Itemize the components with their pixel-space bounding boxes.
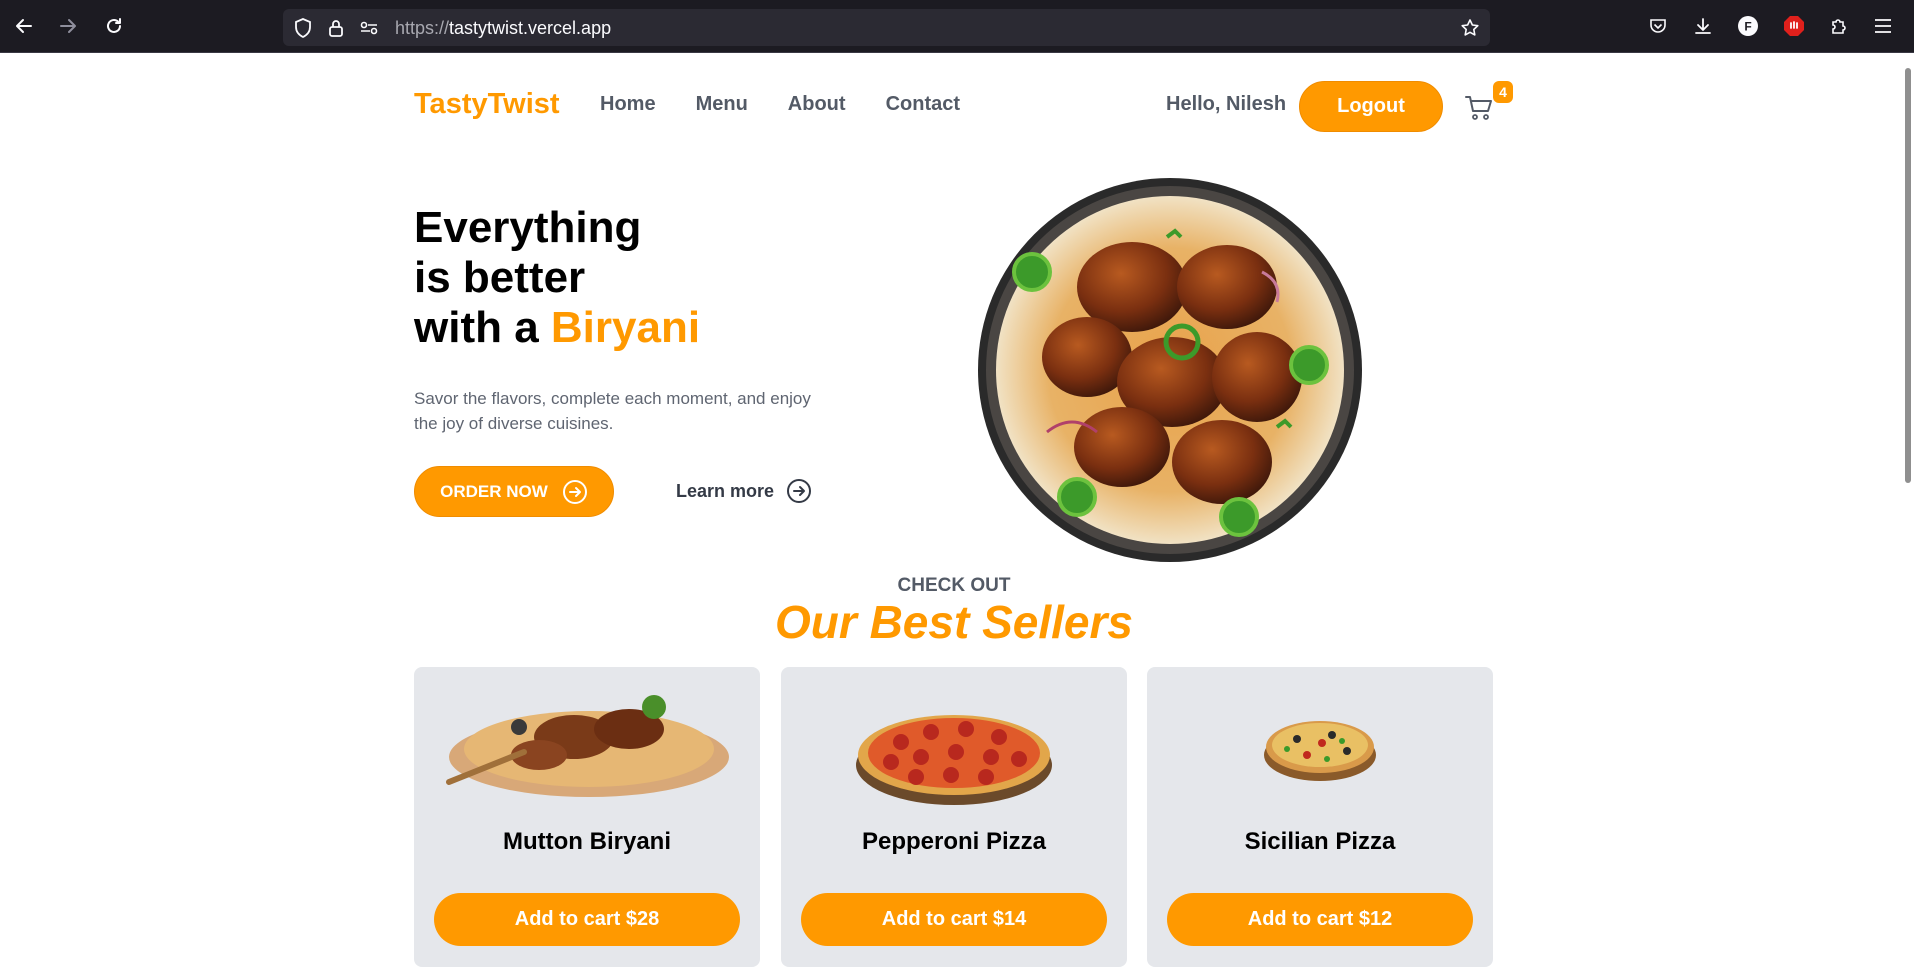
product-card: Sicilian Pizza Add to cart $12 <box>1147 667 1493 967</box>
shield-icon[interactable] <box>293 18 313 38</box>
product-card: Mutton Biryani Add to cart $28 <box>414 667 760 967</box>
menu-hamburger-icon[interactable] <box>1871 14 1895 38</box>
cart-count-badge: 4 <box>1493 81 1513 103</box>
arrow-circle-right-icon <box>562 479 587 504</box>
hero-title: Everything is better with a Biryani <box>414 203 700 353</box>
back-button[interactable] <box>10 12 38 40</box>
downloads-icon[interactable] <box>1691 14 1715 38</box>
forward-arrow-icon <box>60 19 76 33</box>
product-name: Sicilian Pizza <box>1244 828 1396 855</box>
order-now-label: ORDER NOW <box>440 481 548 501</box>
hero-title-line-1: Everything <box>414 203 642 252</box>
url-text: https://tastytwist.vercel.app <box>395 18 612 38</box>
add-to-cart-button[interactable]: Add to cart $28 <box>434 893 740 946</box>
hero-title-line-2: is better <box>414 253 586 302</box>
arrow-circle-right-icon <box>787 479 812 503</box>
product-name: Pepperoni Pizza <box>861 828 1047 855</box>
reload-icon <box>107 18 121 33</box>
pepperoni-pizza-image <box>781 667 1127 817</box>
bookmark-star-icon[interactable] <box>1460 18 1480 38</box>
hero-title-line-3: with a Biryani <box>414 303 700 353</box>
order-now-button[interactable]: ORDER NOW <box>414 466 614 517</box>
nav-home[interactable]: Home <box>600 93 656 116</box>
nav-menu[interactable]: Menu <box>696 93 748 116</box>
site-permissions-icon[interactable] <box>359 18 379 38</box>
site-header: TastyTwist Home Menu About Contact Hello… <box>414 81 1514 132</box>
add-to-cart-button[interactable]: Add to cart $14 <box>801 893 1107 946</box>
user-greeting: Hello, Nilesh <box>1166 93 1287 115</box>
pocket-icon[interactable] <box>1646 14 1670 38</box>
hero-title-prefix: with a <box>414 303 551 352</box>
product-card: Pepperoni Pizza Add to cart $14 <box>781 667 1127 967</box>
section-kicker: CHECK OUT <box>897 575 1011 596</box>
address-bar[interactable]: https://tastytwist.vercel.app <box>283 9 1490 46</box>
main-nav: Home Menu About Contact <box>600 93 960 116</box>
product-name: Mutton Biryani <box>503 828 671 855</box>
back-arrow-icon <box>16 19 32 33</box>
hero-subtitle: Savor the flavors, complete each moment,… <box>414 389 811 433</box>
learn-more-link[interactable]: Learn more <box>676 478 812 504</box>
extension-f-icon[interactable]: F <box>1736 14 1760 38</box>
lock-icon[interactable] <box>326 18 346 38</box>
add-to-cart-button[interactable]: Add to cart $12 <box>1167 893 1473 946</box>
forward-button[interactable] <box>54 12 82 40</box>
sicilian-pizza-image <box>1147 667 1493 817</box>
nav-about[interactable]: About <box>788 93 846 116</box>
page-content: TastyTwist Home Menu About Contact Hello… <box>0 53 1900 967</box>
cart-icon[interactable] <box>1464 93 1494 123</box>
learn-more-label: Learn more <box>676 480 775 501</box>
logout-button[interactable]: Logout <box>1299 81 1443 132</box>
hero-biryani-image <box>977 177 1363 563</box>
nav-contact[interactable]: Contact <box>886 93 960 116</box>
section-title: Our Best Sellers <box>775 596 1133 648</box>
scrollbar-thumb[interactable] <box>1905 68 1911 483</box>
browser-toolbar: https://tastytwist.vercel.app F <box>0 0 1914 53</box>
mutton-biryani-image <box>414 667 760 817</box>
hero-title-accent: Biryani <box>550 303 701 352</box>
reload-button[interactable] <box>100 12 128 40</box>
svg-text:F: F <box>1744 20 1751 34</box>
site-logo[interactable]: TastyTwist <box>414 88 560 121</box>
extensions-puzzle-icon[interactable] <box>1827 14 1851 38</box>
page-scrollbar[interactable] <box>1900 53 1914 959</box>
adblock-icon[interactable] <box>1782 14 1806 38</box>
